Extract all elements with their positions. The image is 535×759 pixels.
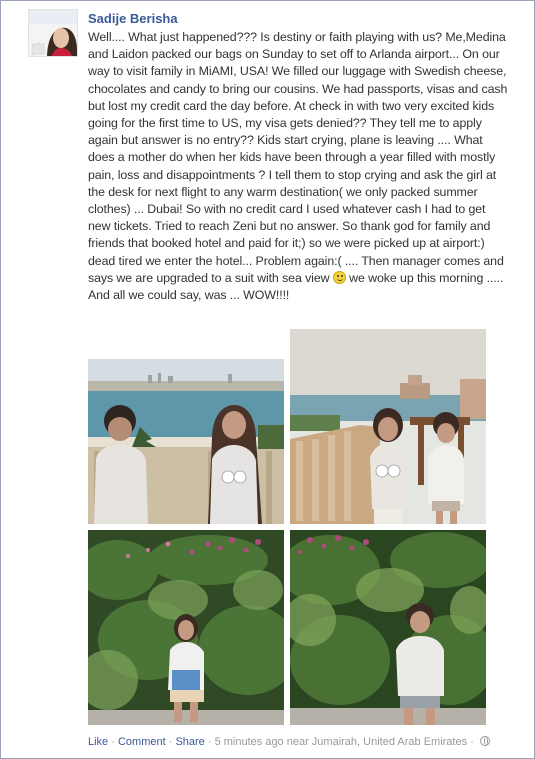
photo-green-wall-boy[interactable] [290, 530, 486, 725]
photo-balcony-tower-image [290, 329, 486, 524]
comment-link[interactable]: Comment [118, 736, 166, 748]
photo-green-wall-boy-image [290, 530, 486, 725]
smiley-icon [332, 270, 346, 284]
avatar[interactable] [28, 9, 78, 57]
globe-icon[interactable] [479, 736, 490, 746]
post-meta: 5 minutes ago near Jumairah, United Arab… [214, 736, 468, 748]
author-name[interactable]: Sadije Berisha [88, 11, 178, 26]
photo-balcony-skyline[interactable] [88, 329, 284, 524]
post-actions: Like · Comment · Share · 5 minutes ago n… [88, 736, 490, 748]
avatar-image [29, 10, 77, 56]
actions-separator-4: · [467, 736, 477, 748]
photo-green-wall-girl[interactable] [88, 530, 284, 725]
post-frame: Sadije Berisha Well.... What just happen… [0, 0, 535, 759]
post-text: Well.... What just happened??? Is destin… [88, 29, 508, 304]
photo-balcony-tower[interactable] [290, 329, 486, 524]
share-link[interactable]: Share [175, 736, 204, 748]
actions-separator-3: · [204, 736, 215, 748]
photo-green-wall-girl-image [88, 530, 284, 725]
actions-separator-2: · [165, 736, 176, 748]
post-text-main: Well.... What just happened??? Is destin… [88, 30, 508, 285]
like-link[interactable]: Like [88, 736, 108, 748]
photo-balcony-skyline-image [88, 329, 284, 524]
actions-separator-1: · [108, 736, 118, 748]
